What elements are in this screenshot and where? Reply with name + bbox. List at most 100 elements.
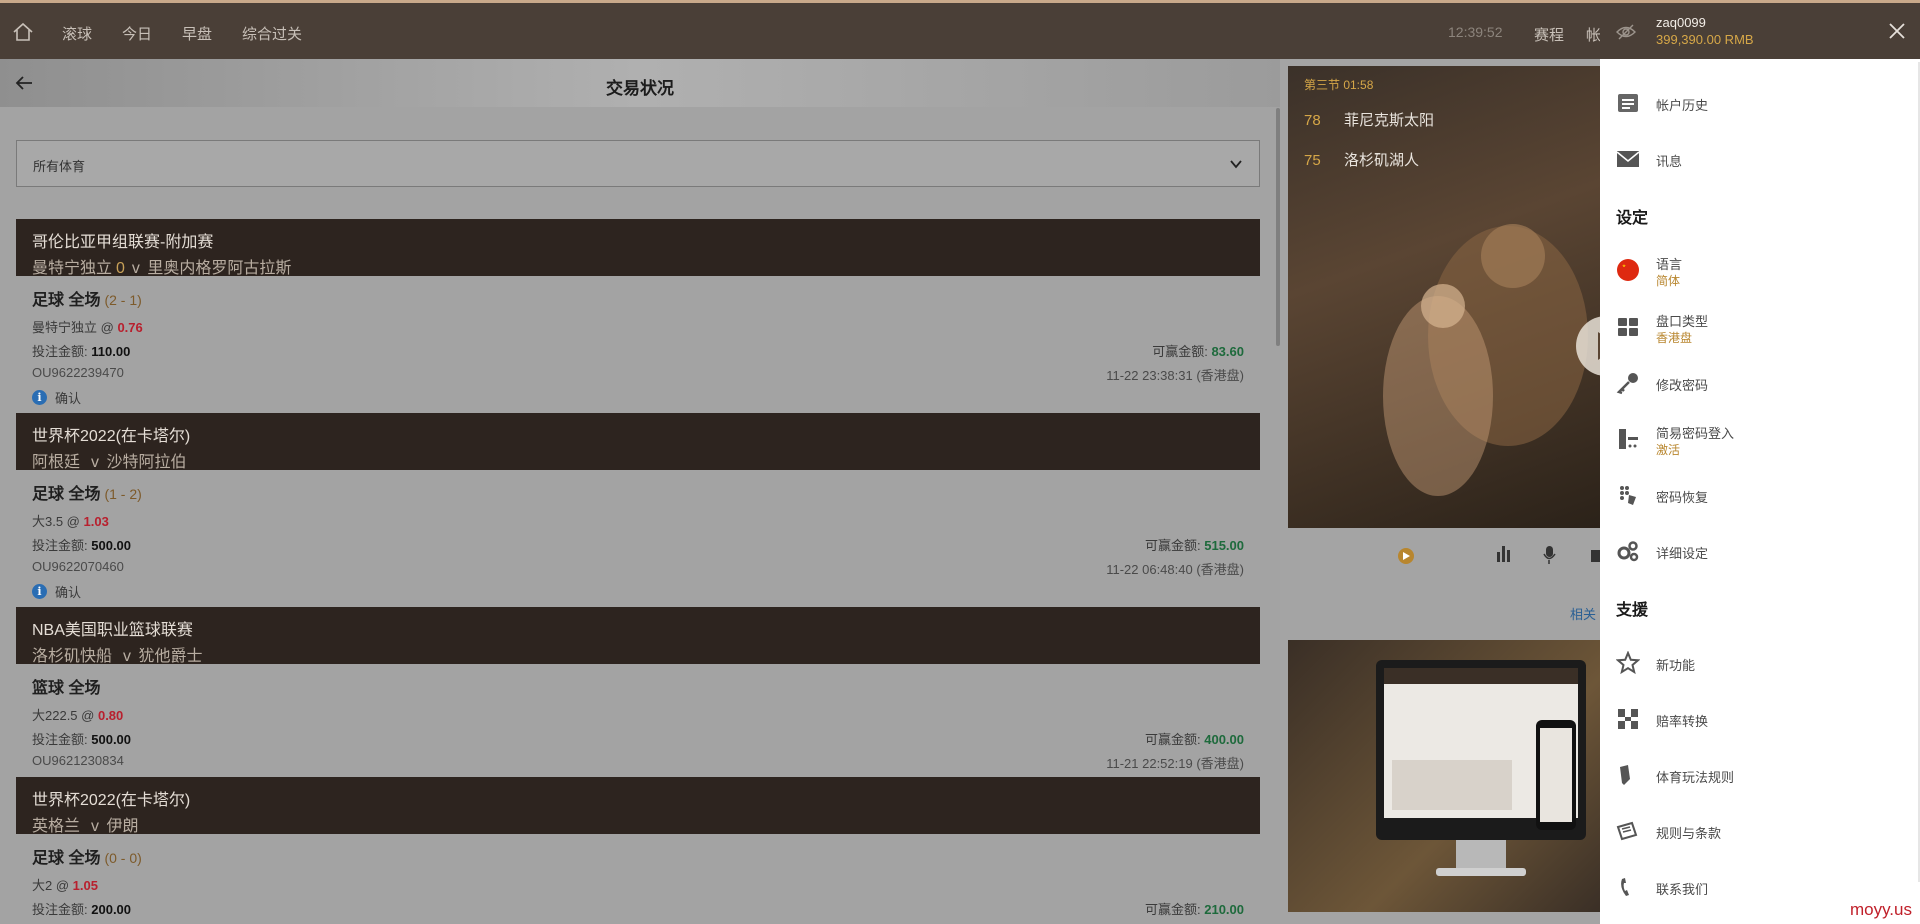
watermark-text: moyy.us [1849, 900, 1912, 919]
bet-stake: 投注金额: 500.00 [32, 732, 132, 747]
bet-card: 足球 全场 (1 - 2) 大3.5 @ 1.03 投注金额: 500.00 可赢… [16, 470, 1260, 606]
microphone-icon[interactable] [1543, 546, 1556, 564]
nav-account[interactable]: 帐 [1586, 24, 1601, 45]
account-history-icon [1618, 94, 1638, 112]
menu-label: 详细设定 [1656, 546, 1709, 561]
league-name: 世界杯2022(在卡塔尔) [32, 792, 191, 809]
bet-stake: 投注金额: 200.00 [32, 902, 132, 917]
settings-detail-icon [1617, 541, 1639, 562]
nav-schedule[interactable]: 赛程 [1534, 24, 1564, 45]
stats-icon[interactable] [1497, 546, 1510, 562]
match-teams: 洛杉矶快船 v 犹他爵士 [32, 648, 203, 665]
nav-inplay[interactable]: 滚球 [62, 23, 92, 44]
menu-detailed-settings[interactable]: 详细设定 [1600, 529, 1920, 573]
league-header: 哥伦比亚甲组联赛-附加赛 曼特宁独立 0 v 里奥内格罗阿古拉斯 [16, 219, 1260, 277]
menu-sub-value: 简体 [1656, 274, 1681, 288]
game-period: 第三节 01:58 [1304, 78, 1374, 92]
athletes-banner-image [1383, 224, 1600, 496]
bet-potential-win: 可赢金额: 515.00 [1144, 538, 1244, 553]
menu-language[interactable]: 语言 简体 [1600, 248, 1920, 292]
team-score: 75 [1304, 152, 1321, 169]
menu-label: 规则与条款 [1656, 826, 1722, 841]
bet-ref-id: OU9622239470 [32, 365, 124, 380]
menu-password-recovery[interactable]: 密码恢复 [1600, 473, 1920, 517]
clock: 12:39:52 [1448, 24, 1503, 40]
league-header: NBA美国职业篮球联赛 洛杉矶快船 v 犹他爵士 [16, 607, 1260, 665]
menu-new-features[interactable]: 新功能 [1600, 641, 1920, 685]
bet-market: 足球 全场 (2 - 1) [32, 292, 142, 309]
bet-ref-id: OU9621230834 [32, 753, 124, 768]
pin-login-icon [1619, 429, 1638, 449]
menu-label: 体育玩法规则 [1656, 770, 1735, 785]
menu-label: 修改密码 [1656, 378, 1709, 393]
home-icon[interactable] [12, 21, 34, 43]
mail-icon [1616, 151, 1640, 167]
menu-label: 讯息 [1656, 154, 1683, 169]
info-icon: i [32, 390, 47, 405]
menu-label: 盘口类型 [1656, 314, 1709, 329]
menu-label: 简易密码登入 [1656, 426, 1735, 441]
bet-odds: 1.05 [72, 878, 98, 893]
bet-market: 足球 全场 (1 - 2) [32, 486, 142, 503]
bet-stake: 投注金额: 500.00 [32, 538, 132, 553]
away-team: 沙特阿拉伯 [106, 454, 187, 471]
drawer-header: zaq0099 399,390.00 RMB [1600, 0, 1920, 59]
menu-label: 新功能 [1656, 658, 1696, 673]
menu-sub-value: 香港盘 [1656, 331, 1693, 345]
team-name: 菲尼克斯太阳 [1344, 112, 1435, 129]
bet-selection: 大222.5 @ 0.80 [32, 708, 124, 723]
bet-time: 11-22 23:38:31 (香港盘) [1106, 368, 1244, 383]
menu-sports-rules[interactable]: 体育玩法规则 [1600, 753, 1920, 797]
rules-icon [1620, 765, 1630, 785]
home-team: 洛杉矶快船 [32, 648, 113, 665]
phone-icon [1621, 878, 1629, 896]
menu-odds-conversion[interactable]: 赔率转换 [1600, 697, 1920, 741]
menu-label: 赔率转换 [1656, 714, 1709, 729]
bet-ref-id: OU9622070460 [32, 559, 124, 574]
menu-terms[interactable]: 规则与条款 [1600, 809, 1920, 853]
main-nav: 滚球 今日 早盘 综合过关 [62, 23, 302, 44]
team-row: 78 菲尼克斯太阳 [1304, 109, 1434, 130]
account-balance: 399,390.00 RMB [1656, 32, 1754, 47]
menu-sub-value: 激活 [1656, 443, 1681, 457]
away-team: 伊朗 [106, 818, 139, 835]
bet-card: 足球 全场 (0 - 0) 大2 @ 1.05 投注金额: 200.00 可赢金额… [16, 834, 1260, 924]
app-promo-banner[interactable] [1288, 640, 1600, 912]
bet-market: 足球 全场 (0 - 0) [32, 850, 142, 867]
menu-messages[interactable]: 讯息 [1600, 137, 1920, 181]
away-team: 里奥内格罗阿古拉斯 [147, 260, 292, 277]
bet-selection: 大2 @ 1.05 [32, 878, 98, 893]
menu-easy-pin-login[interactable]: 简易密码登入 激活 [1600, 417, 1920, 461]
bet-status: i 确认 [32, 582, 81, 601]
play-icon[interactable] [1398, 548, 1414, 564]
menu-odds-type[interactable]: 盘口类型 香港盘 [1600, 305, 1920, 349]
close-icon[interactable] [1888, 22, 1906, 40]
terms-icon [1616, 821, 1638, 841]
nav-parlay[interactable]: 综合过关 [242, 23, 302, 44]
match-teams: 英格兰 v 伊朗 [32, 818, 139, 835]
info-icon: i [32, 584, 47, 599]
nav-early[interactable]: 早盘 [182, 23, 212, 44]
hide-balance-icon[interactable] [1616, 23, 1636, 41]
settings-section-title: 设定 [1616, 210, 1649, 227]
sport-filter-select[interactable]: 所有体育 [16, 140, 1260, 187]
bet-stake: 投注金额: 110.00 [32, 344, 131, 359]
account-drawer: zaq0099 399,390.00 RMB 帐户历史 讯息 设定 语言 简体 … [1600, 0, 1920, 924]
menu-change-password[interactable]: 修改密码 [1600, 361, 1920, 405]
chevron-down-icon [1230, 160, 1242, 169]
menu-label: 帐户历史 [1656, 98, 1709, 113]
bet-result: (2 - 1) [104, 292, 142, 308]
nav-today[interactable]: 今日 [122, 23, 152, 44]
related-link[interactable]: 相关 [1570, 604, 1596, 623]
page-title: 交易状况 [606, 79, 674, 98]
tv-icon[interactable] [1591, 550, 1600, 562]
menu-label: 密码恢复 [1656, 490, 1709, 505]
league-name: 世界杯2022(在卡塔尔) [32, 428, 191, 445]
menu-account-history[interactable]: 帐户历史 [1600, 81, 1920, 125]
bet-potential-win: 可赢金额: 400.00 [1144, 732, 1244, 747]
league-header: 世界杯2022(在卡塔尔) 阿根廷 v 沙特阿拉伯 [16, 413, 1260, 471]
home-team: 曼特宁独立 [32, 260, 113, 277]
bet-market: 篮球 全场 [32, 680, 101, 697]
team-name: 洛杉矶湖人 [1344, 152, 1420, 169]
china-flag-icon [1617, 259, 1639, 281]
